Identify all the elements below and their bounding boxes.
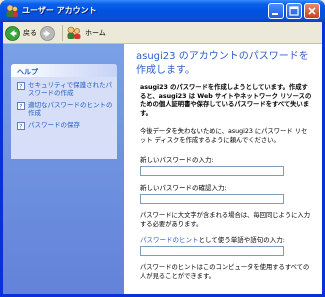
- back-button[interactable]: 戻る: [5, 25, 37, 41]
- side-pane: ヘルプ ? セキュリティで保護されたパスワードの作成 ? 適切なパスワードのヒン…: [3, 44, 124, 294]
- new-password-field[interactable]: [140, 166, 284, 176]
- forward-button[interactable]: [40, 25, 55, 41]
- toolbar-separator: [62, 25, 63, 41]
- svg-text:?: ?: [19, 104, 22, 110]
- help-item-secure-password[interactable]: ? セキュリティで保護されたパスワードの作成: [17, 81, 115, 97]
- window-client-area: 戻る ホーム ヘルプ ? セキュリティで保護されたパスワードの作成 ? 適切なパ…: [3, 22, 322, 294]
- hint-label: パスワードのヒントとして使う単語や語句の入力:: [140, 236, 285, 244]
- back-button-label: 戻る: [23, 29, 37, 37]
- password-hint-field[interactable]: [140, 246, 284, 256]
- maximize-icon: [289, 6, 299, 16]
- help-page-icon: ?: [17, 102, 25, 110]
- user-accounts-icon: [6, 4, 18, 17]
- backup-advice-text: 今後データを失わないために、asugi23 にパスワード リセット ディスクを作…: [140, 128, 308, 144]
- minimize-icon: [272, 13, 278, 15]
- home-button-label: ホーム: [85, 29, 106, 37]
- svg-text:?: ?: [19, 84, 22, 90]
- confirm-password-label: 新しいパスワードの確認入力:: [140, 184, 227, 192]
- case-sensitivity-note: パスワードに大文字が含まれる場合は、毎回同じように入力する必要があります。: [140, 212, 311, 228]
- hint-label-text: として使う単語や語句の入力:: [198, 236, 286, 244]
- minimize-button[interactable]: [268, 3, 284, 19]
- confirm-password-field[interactable]: [140, 194, 284, 204]
- new-password-label: 新しいパスワードの入力:: [140, 156, 214, 164]
- warning-text: asugi23 のパスワードを作成しようとしています。作成すると、asugi23…: [140, 84, 312, 117]
- hint-visibility-note: パスワードのヒントはこのコンピュータを使用するすべての人が見ることができます。: [140, 264, 310, 280]
- window-title: ユーザー アカウント: [22, 6, 97, 15]
- help-page-icon: ?: [17, 82, 25, 90]
- help-item-label: セキュリティで保護されたパスワードの作成: [28, 81, 113, 97]
- password-hint-link[interactable]: パスワードのヒント: [140, 236, 199, 244]
- home-button[interactable]: ホーム: [66, 25, 106, 41]
- page-title: asugi23 のアカウントのパスワードを作成します。: [136, 51, 309, 76]
- help-item-label: パスワードの保存: [28, 121, 80, 129]
- help-item-password-hint[interactable]: ? 適切なパスワードのヒントの作成: [17, 101, 115, 117]
- back-arrow-icon: [5, 25, 20, 41]
- help-panel-heading: ヘルプ: [11, 64, 117, 77]
- help-item-store-password[interactable]: ? パスワードの保存: [17, 121, 115, 130]
- help-item-label: 適切なパスワードのヒントの作成: [28, 101, 113, 117]
- close-button[interactable]: [304, 3, 320, 19]
- help-panel: ヘルプ ? セキュリティで保護されたパスワードの作成 ? 適切なパスワードのヒン…: [11, 64, 117, 159]
- home-users-icon: [67, 26, 81, 39]
- svg-text:?: ?: [19, 124, 22, 130]
- help-page-icon: ?: [17, 122, 25, 130]
- toolbar: 戻る ホーム: [3, 22, 322, 44]
- maximize-button[interactable]: [286, 3, 302, 19]
- title-bar[interactable]: ユーザー アカウント: [0, 0, 325, 22]
- main-content: asugi23 のアカウントのパスワードを作成します。 asugi23 のパスワ…: [124, 44, 322, 294]
- user-accounts-window: ユーザー アカウント 戻る ホーム ヘルプ ? セキュリティで保護されたパスワー…: [0, 0, 325, 297]
- forward-arrow-icon: [40, 25, 55, 41]
- close-icon: [308, 7, 316, 15]
